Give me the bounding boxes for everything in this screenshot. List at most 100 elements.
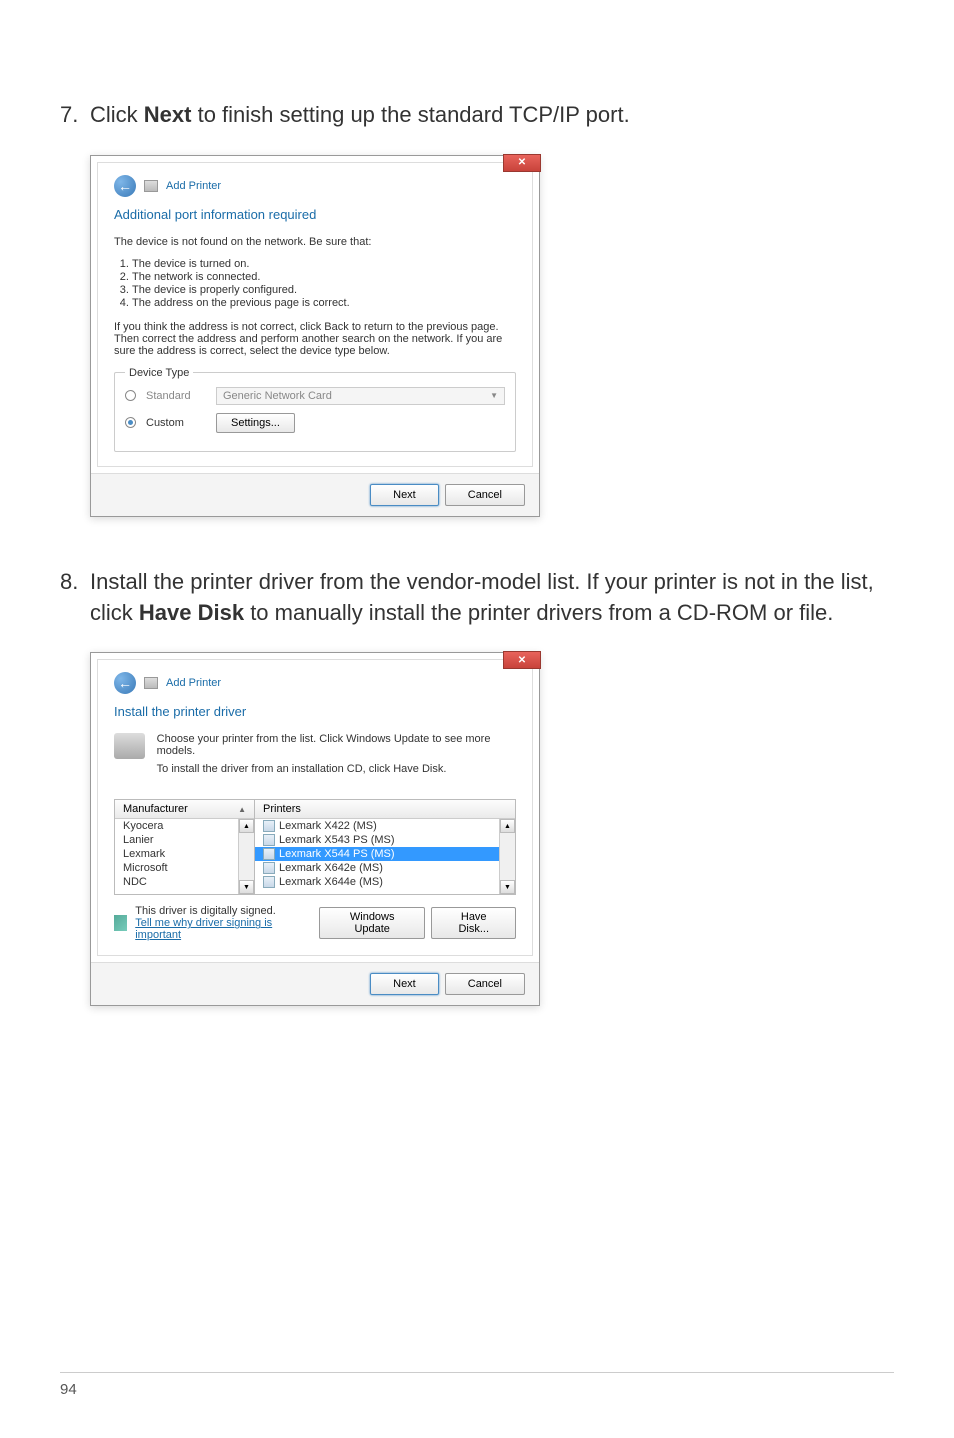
list-item[interactable]: Lexmark X544 PS (MS) — [255, 847, 499, 861]
list-item[interactable]: Kyocera — [115, 819, 238, 833]
printers-inner: Lexmark X422 (MS) Lexmark X543 PS (MS) L… — [255, 819, 515, 894]
back-button[interactable]: ← — [114, 672, 136, 694]
driver-signing-link[interactable]: Tell me why driver signing is important — [135, 917, 272, 941]
close-icon: ✕ — [518, 157, 526, 168]
device-type-fieldset: Device Type Standard Generic Network Car… — [114, 367, 516, 452]
install-line2: To install the driver from an installati… — [157, 763, 516, 775]
sort-up-icon: ▲ — [238, 805, 246, 814]
step7-pre: Click — [90, 102, 144, 127]
dialog1-footer: Next Cancel — [91, 473, 539, 516]
driver-selection-panes: Manufacturer ▲ Kyocera Lanier Lexmark Mi… — [114, 799, 516, 895]
list-item: The address on the previous page is corr… — [132, 297, 516, 309]
install-printer-icon — [114, 733, 145, 759]
cancel-button[interactable]: Cancel — [445, 484, 525, 506]
driver-icon — [263, 820, 275, 832]
list-item[interactable]: Lexmark — [115, 847, 238, 861]
dialog2-screenshot: ✕ ← Add Printer Install the printer driv… — [90, 652, 894, 1006]
scroll-up-icon[interactable]: ▲ — [239, 819, 254, 833]
manufacturer-pane: Manufacturer ▲ Kyocera Lanier Lexmark Mi… — [115, 800, 255, 894]
printers-pane: Printers Lexmark X422 (MS) Lexmark X543 … — [255, 800, 515, 894]
manufacturer-label: Manufacturer — [123, 803, 188, 815]
printers-header[interactable]: Printers — [255, 800, 515, 819]
next-button[interactable]: Next — [370, 973, 439, 995]
step8-bold: Have Disk — [139, 600, 244, 625]
scroll-down-icon[interactable]: ▼ — [239, 880, 254, 894]
list-item[interactable]: Lexmark X642e (MS) — [255, 861, 499, 875]
mfg-inner: Kyocera Lanier Lexmark Microsoft NDC ▲ ▼ — [115, 819, 254, 894]
printer-name: Lexmark X644e (MS) — [279, 876, 383, 888]
windows-update-button[interactable]: Windows Update — [319, 907, 426, 939]
fieldset-legend: Device Type — [125, 367, 193, 379]
step7-post: to finish setting up the standard TCP/IP… — [191, 102, 629, 127]
scroll-down-icon[interactable]: ▼ — [500, 880, 515, 894]
next-button[interactable]: Next — [370, 484, 439, 506]
printers-label: Printers — [263, 803, 301, 815]
add-printer-dialog-1: ✕ ← Add Printer Additional port informat… — [90, 155, 540, 517]
list-item[interactable]: Microsoft — [115, 861, 238, 875]
list-item[interactable]: Lexmark X422 (MS) — [255, 819, 499, 833]
signed-buttons: Windows Update Have Disk... — [319, 907, 516, 939]
have-disk-button[interactable]: Have Disk... — [431, 907, 516, 939]
signed-row: This driver is digitally signed. Tell me… — [114, 905, 516, 941]
dialog1-body: ← Add Printer Additional port informatio… — [97, 162, 533, 467]
printer-name: Lexmark X422 (MS) — [279, 820, 377, 832]
printer-name: Lexmark X543 PS (MS) — [279, 834, 395, 846]
list-item: The device is properly configured. — [132, 284, 516, 296]
dropdown-value: Generic Network Card — [223, 390, 332, 402]
manufacturer-list[interactable]: Kyocera Lanier Lexmark Microsoft NDC — [115, 819, 238, 894]
scrollbar[interactable]: ▲ ▼ — [499, 819, 515, 894]
printer-icon — [144, 677, 158, 689]
cancel-button[interactable]: Cancel — [445, 973, 525, 995]
chevron-down-icon: ▼ — [490, 391, 498, 400]
dialog1-title: Add Printer — [166, 180, 221, 192]
standard-radio-row[interactable]: Standard Generic Network Card ▼ — [125, 387, 505, 405]
dialog1-header: ← Add Printer — [114, 175, 516, 197]
page-number: 94 — [60, 1381, 77, 1398]
install-texts: Choose your printer from the list. Click… — [157, 733, 516, 781]
scrollbar[interactable]: ▲ ▼ — [238, 819, 254, 894]
install-line1: Choose your printer from the list. Click… — [157, 733, 516, 757]
close-button[interactable]: ✕ — [503, 154, 541, 172]
back-button[interactable]: ← — [114, 175, 136, 197]
step8-post: to manually install the printer drivers … — [244, 600, 833, 625]
step-8-text: Install the printer driver from the vend… — [90, 567, 894, 629]
list-item[interactable]: Lexmark X644e (MS) — [255, 875, 499, 889]
printer-icon — [144, 180, 158, 192]
step-number: 7. — [60, 100, 90, 131]
dialog2-footer: Next Cancel — [91, 962, 539, 1005]
dialog1-intro: The device is not found on the network. … — [114, 236, 516, 248]
step-number: 8. — [60, 567, 90, 629]
install-header: Choose your printer from the list. Click… — [114, 733, 516, 781]
list-item: The network is connected. — [132, 271, 516, 283]
close-button[interactable]: ✕ — [503, 651, 541, 669]
driver-icon — [263, 876, 275, 888]
dialog1-paragraph: If you think the address is not correct,… — [114, 321, 516, 357]
dialog2-body: ← Add Printer Install the printer driver… — [97, 659, 533, 956]
device-dropdown[interactable]: Generic Network Card ▼ — [216, 387, 505, 405]
close-icon: ✕ — [518, 655, 526, 666]
dialog2-title: Add Printer — [166, 677, 221, 689]
scroll-up-icon[interactable]: ▲ — [500, 819, 515, 833]
step-7-text: Click Next to finish setting up the stan… — [90, 100, 894, 131]
shield-icon — [114, 915, 127, 931]
signed-block: This driver is digitally signed. Tell me… — [135, 905, 311, 941]
step7-bold: Next — [144, 102, 192, 127]
dialog1-checklist: The device is turned on. The network is … — [114, 258, 516, 309]
custom-radio-row[interactable]: Custom Settings... — [125, 413, 505, 433]
list-item[interactable]: Lanier — [115, 833, 238, 847]
printers-list[interactable]: Lexmark X422 (MS) Lexmark X543 PS (MS) L… — [255, 819, 499, 894]
standard-radio[interactable] — [125, 390, 136, 401]
driver-icon — [263, 862, 275, 874]
dialog2-header: ← Add Printer — [114, 672, 516, 694]
manufacturer-header[interactable]: Manufacturer ▲ — [115, 800, 254, 819]
list-item[interactable]: Lexmark X543 PS (MS) — [255, 833, 499, 847]
list-item[interactable]: NDC — [115, 875, 238, 889]
list-item: The device is turned on. — [132, 258, 516, 270]
printer-name: Lexmark X544 PS (MS) — [279, 848, 395, 860]
settings-button[interactable]: Settings... — [216, 413, 295, 433]
signed-text: This driver is digitally signed. — [135, 905, 311, 917]
standard-label: Standard — [146, 390, 206, 402]
custom-radio[interactable] — [125, 417, 136, 428]
printer-name: Lexmark X642e (MS) — [279, 862, 383, 874]
dialog1-screenshot: ✕ ← Add Printer Additional port informat… — [90, 155, 894, 517]
